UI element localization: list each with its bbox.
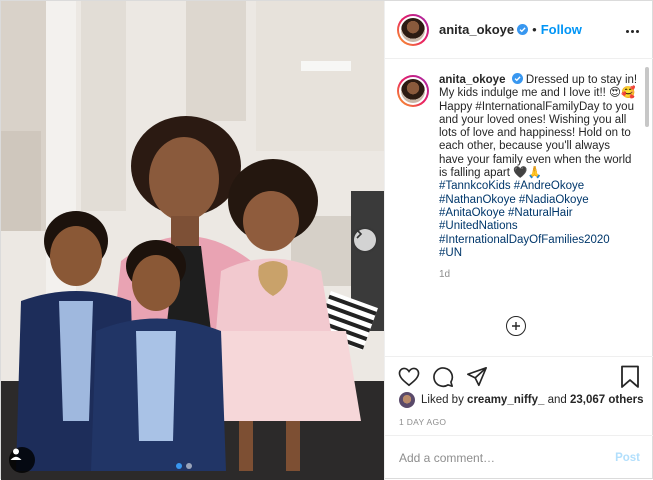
more-options-icon[interactable] <box>624 23 640 39</box>
post-timestamp[interactable]: 1 DAY AGO <box>399 417 446 427</box>
caption-avatar[interactable] <box>397 75 429 107</box>
likes-prefix: Liked by <box>421 394 464 406</box>
hashtag-line[interactable]: #NathanOkoye #NadiaOkoye <box>439 194 638 207</box>
carousel-dot-active <box>176 463 182 469</box>
author-username[interactable]: anita_okoye <box>439 22 514 37</box>
follow-button[interactable]: Follow <box>541 22 582 37</box>
liker-username[interactable]: creamy_niffy_ <box>467 394 544 406</box>
author-avatar[interactable] <box>397 13 429 46</box>
liker-avatar[interactable] <box>399 392 415 408</box>
hashtag-line[interactable]: #InternationalDayOfFamilies2020 <box>439 234 638 247</box>
hashtag-line[interactable]: #AnitaOkoye #NaturalHair <box>439 207 638 220</box>
heart-icon[interactable] <box>397 365 421 389</box>
post-header: anita_okoye • Follow <box>385 1 653 59</box>
caption-age: 1d <box>439 269 451 281</box>
post-photo[interactable] <box>1 1 384 480</box>
add-comment-bar: Post <box>385 435 653 480</box>
bookmark-icon[interactable] <box>619 365 643 389</box>
comment-bubble-icon[interactable] <box>431 365 455 389</box>
carousel-dot <box>186 463 192 469</box>
chevron-right-icon <box>356 229 363 239</box>
comments-scrollbar[interactable] <box>645 67 649 127</box>
caption-text: Dressed up to stay in! My kids indulge m… <box>439 74 638 180</box>
verified-badge-icon <box>511 73 523 84</box>
caption-body: anita_okoye Dressed up to stay in! My ki… <box>439 73 638 281</box>
hashtag-line[interactable]: #UnitedNations <box>439 220 638 233</box>
comment-input[interactable] <box>399 451 616 465</box>
verified-badge-icon <box>517 24 529 35</box>
caption: anita_okoye Dressed up to stay in! My ki… <box>397 73 638 281</box>
family-photo-illustration <box>1 1 384 480</box>
likes-count[interactable]: 23,067 others <box>570 394 644 406</box>
user-tag-button[interactable] <box>9 447 35 473</box>
hashtag-line[interactable]: #TannkcoKids #AndreOkoye <box>439 180 638 193</box>
carousel-next-button[interactable] <box>354 229 376 251</box>
post-sidebar: anita_okoye • Follow anita_okoye Dressed… <box>384 1 653 480</box>
carousel-indicator <box>176 463 192 469</box>
likes-middle: and <box>547 394 567 406</box>
plus-circle-icon <box>512 322 520 330</box>
load-more-comments-button[interactable] <box>506 316 526 336</box>
likes-summary: Liked by creamy_niffy_ and 23,067 others <box>399 392 644 408</box>
user-tag-icon <box>10 448 22 460</box>
post-comment-button[interactable]: Post <box>615 452 640 464</box>
caption-username[interactable]: anita_okoye <box>439 74 505 86</box>
header-separator: • <box>532 22 537 37</box>
instagram-post: anita_okoye • Follow anita_okoye Dressed… <box>0 0 653 480</box>
hashtag-line[interactable]: #UN <box>439 247 638 260</box>
comments-section[interactable]: anita_okoye Dressed up to stay in! My ki… <box>385 59 653 356</box>
paper-plane-icon[interactable] <box>465 365 489 389</box>
